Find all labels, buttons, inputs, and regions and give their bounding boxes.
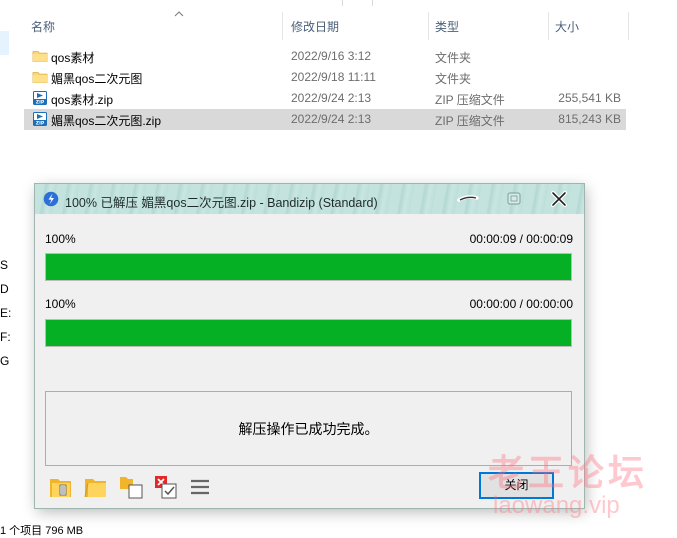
nav-selected-item[interactable] [0, 31, 9, 55]
watermark-url: laowang.vip [493, 492, 620, 519]
file-date: 2022/9/18 11:11 [291, 70, 376, 84]
zip-file-icon: ZIP [33, 112, 47, 127]
folder-icon [32, 72, 48, 83]
open-destination-folder-icon[interactable] [83, 474, 109, 500]
file-row-meihei-zip[interactable]: ZIP 媚黑qos二次元图.zip 2022/9/24 2:13 ZIP 压缩文… [24, 109, 626, 130]
close-icon[interactable] [546, 190, 572, 208]
folder-icon [32, 51, 48, 62]
file-progress-percent: 100% [45, 232, 76, 246]
nav-label[interactable]: G [0, 354, 9, 368]
nav-label[interactable]: S [0, 258, 8, 272]
column-header-date[interactable]: 修改日期 [291, 18, 339, 35]
zip-file-icon: ZIP [33, 91, 47, 106]
column-header-name[interactable]: 名称 [31, 18, 55, 35]
file-type: 文件夹 [435, 51, 472, 65]
total-progress-bar [45, 319, 572, 347]
tab-edge [342, 0, 343, 6]
file-row-qos-folder[interactable]: qos素材 2022/9/16 3:12 文件夹 [24, 46, 626, 67]
bandizip-app-icon [43, 191, 59, 207]
file-type: ZIP 压缩文件 [435, 93, 505, 107]
column-header-size[interactable]: 大小 [555, 18, 579, 35]
menu-icon[interactable] [187, 474, 213, 500]
file-name: qos素材 [51, 51, 95, 65]
file-progress-time: 00:00:09 / 00:00:09 [469, 232, 573, 246]
dialog-title: 100% 已解压 媚黑qos二次元图.zip - Bandizip (Stand… [65, 196, 378, 210]
file-date: 2022/9/16 3:12 [291, 49, 372, 63]
dialog-titlebar[interactable]: 100% 已解压 媚黑qos二次元图.zip - Bandizip (Stand… [35, 184, 584, 214]
completion-message: 解压操作已成功完成。 [238, 421, 379, 437]
file-row-meihei-folder[interactable]: 媚黑qos二次元图 2022/9/18 11:11 文件夹 [24, 67, 626, 88]
file-type: ZIP 压缩文件 [435, 114, 505, 128]
watermark-title: 老王论坛 [488, 452, 649, 493]
file-name: 媚黑qos二次元图.zip [51, 114, 162, 128]
nav-label[interactable]: D [0, 282, 9, 296]
tab-edge [372, 0, 373, 6]
top-tab-strip [0, 0, 677, 6]
column-header-type[interactable]: 类型 [435, 18, 459, 35]
column-divider[interactable] [628, 12, 629, 40]
nav-label[interactable]: F: [0, 330, 11, 344]
nav-label[interactable]: E: [0, 306, 11, 320]
file-progress-fill [46, 254, 571, 280]
file-size: 815,243 KB [558, 112, 621, 126]
file-date: 2022/9/24 2:13 [291, 112, 372, 126]
file-size: 255,541 KB [558, 91, 621, 105]
total-progress-time: 00:00:00 / 00:00:00 [469, 297, 573, 311]
sort-ascending-icon [174, 11, 184, 17]
file-progress-bar [45, 253, 572, 281]
column-header-row: 名称 修改日期 类型 大小 [24, 11, 634, 40]
column-divider[interactable] [282, 12, 283, 40]
svg-text:ZIP: ZIP [36, 121, 45, 127]
minimize-icon[interactable] [455, 190, 481, 208]
total-progress-fill [46, 320, 571, 346]
copy-files-icon[interactable] [118, 474, 144, 500]
file-name: qos素材.zip [51, 93, 114, 107]
total-progress-percent: 100% [45, 297, 76, 311]
svg-text:ZIP: ZIP [36, 100, 45, 106]
file-row-qos-zip[interactable]: ZIP qos素材.zip 2022/9/24 2:13 ZIP 压缩文件 25… [24, 88, 626, 109]
column-divider[interactable] [428, 12, 429, 40]
open-folder-icon[interactable] [48, 474, 74, 500]
delete-archive-icon[interactable] [153, 474, 179, 500]
file-type: 文件夹 [435, 72, 472, 86]
column-divider[interactable] [548, 12, 549, 40]
maximize-icon[interactable] [501, 190, 527, 208]
status-bar-text: 1 个项目 796 MB [0, 525, 84, 537]
file-name: 媚黑qos二次元图 [51, 72, 143, 86]
file-date: 2022/9/24 2:13 [291, 91, 372, 105]
